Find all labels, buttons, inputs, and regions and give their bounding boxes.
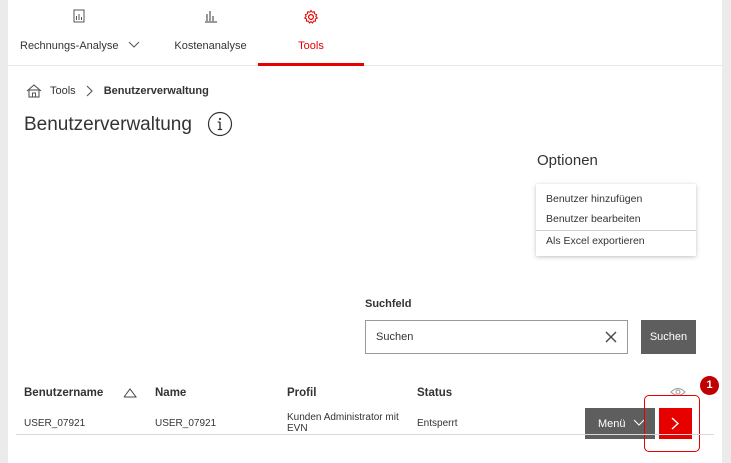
cell-profile-line2: EVN xyxy=(287,423,308,434)
active-tab-indicator xyxy=(258,63,364,66)
nav-label-kostenanalyse: Kostenanalyse xyxy=(174,40,247,52)
header-benutzername[interactable]: Benutzername xyxy=(24,387,103,399)
cell-status: Entsperrt xyxy=(417,418,458,429)
search-input[interactable] xyxy=(376,321,596,353)
header-status[interactable]: Status xyxy=(417,387,452,399)
nav-label-rechnungs-analyse: Rechnungs-Analyse xyxy=(20,40,140,52)
options-menu: Benutzer hinzufügen Benutzer bearbeiten … xyxy=(536,184,696,256)
edit-user-option[interactable]: Benutzer bearbeiten xyxy=(546,213,641,225)
top-navigation: Rechnungs-Analyse Kostenanalyse Tools xyxy=(8,0,722,66)
options-divider xyxy=(536,230,696,231)
breadcrumb: Tools Benutzerverwaltung xyxy=(26,82,209,100)
header-name[interactable]: Name xyxy=(155,387,186,399)
nav-label-tools: Tools xyxy=(298,40,324,52)
app-frame: Rechnungs-Analyse Kostenanalyse Tools To… xyxy=(8,0,722,463)
breadcrumb-tools-link[interactable]: Tools xyxy=(50,85,76,97)
gear-icon xyxy=(303,9,319,24)
header-profil[interactable]: Profil xyxy=(287,387,316,399)
page-title: Benutzerverwaltung xyxy=(24,114,192,135)
add-user-option[interactable]: Benutzer hinzufügen xyxy=(546,193,642,205)
cell-name: USER_07921 xyxy=(155,418,217,429)
nav-item-tools[interactable]: Tools xyxy=(258,0,364,66)
document-icon xyxy=(73,9,85,23)
nav-item-rechnungs-analyse[interactable]: Rechnungs-Analyse xyxy=(20,0,139,66)
sort-ascending-icon[interactable] xyxy=(123,388,137,398)
breadcrumb-current: Benutzerverwaltung xyxy=(103,85,209,97)
options-title: Optionen xyxy=(537,152,598,169)
search-label: Suchfeld xyxy=(365,298,412,310)
chevron-down-icon xyxy=(128,41,139,48)
step-badge: 1 xyxy=(700,376,719,395)
cell-username: USER_07921 xyxy=(24,418,86,429)
nav-item-kostenanalyse[interactable]: Kostenanalyse xyxy=(158,0,263,66)
row-divider xyxy=(16,434,714,435)
cell-profile-line1: Kunden Administrator mit xyxy=(287,412,399,423)
info-icon[interactable] xyxy=(207,111,233,137)
search-button[interactable]: Suchen xyxy=(641,320,696,354)
bar-chart-icon xyxy=(204,11,217,23)
clear-icon[interactable] xyxy=(604,330,618,344)
row-menu-label: Menü xyxy=(598,417,626,430)
chevron-right-icon xyxy=(86,85,93,97)
home-icon[interactable] xyxy=(26,84,42,98)
export-excel-option[interactable]: Als Excel exportieren xyxy=(546,235,645,247)
chevron-right-icon xyxy=(671,417,680,430)
search-field xyxy=(365,320,628,354)
